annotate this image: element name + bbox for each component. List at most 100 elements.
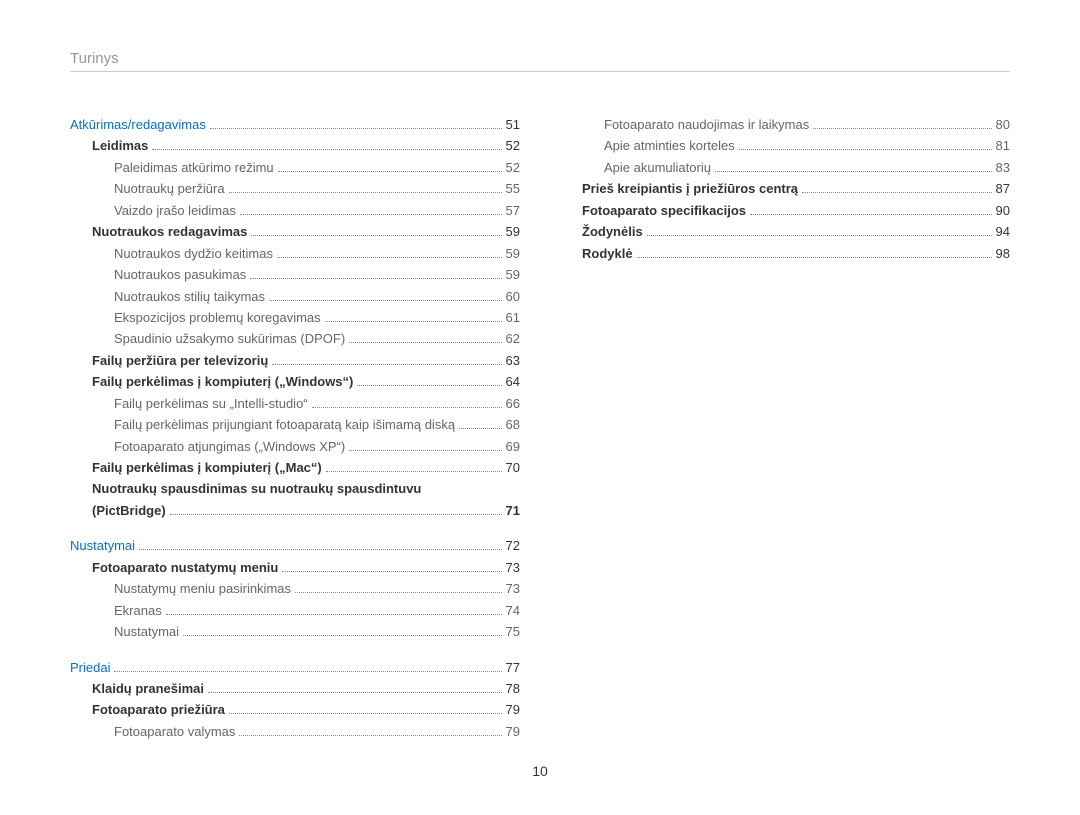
- toc-label: Failų perkėlimas į kompiuterį („Windows“…: [92, 371, 353, 392]
- toc-label: Atkūrimas/redagavimas: [70, 114, 206, 135]
- toc-page-number: 59: [506, 221, 520, 242]
- toc-entry[interactable]: Fotoaparato naudojimas ir laikymas 80: [560, 114, 1010, 135]
- toc-page-number: 57: [506, 200, 520, 221]
- toc-leader-dots: [240, 214, 502, 215]
- toc-label: Ekspozicijos problemų koregavimas: [114, 307, 321, 328]
- toc-label: Prieš kreipiantis į priežiūros centrą: [582, 178, 798, 199]
- toc-entry[interactable]: Failų perkėlimas su „Intelli-studio“66: [70, 393, 520, 414]
- toc-leader-dots: [152, 149, 501, 150]
- toc-right-column: Fotoaparato naudojimas ir laikymas80Apie…: [560, 114, 1010, 742]
- toc-entry[interactable]: Vaizdo įrašo leidimas 57: [70, 200, 520, 221]
- toc-leader-dots: [139, 549, 502, 550]
- toc-entry[interactable]: Atkūrimas/redagavimas 51: [70, 114, 520, 135]
- toc-page-number: 80: [996, 114, 1010, 135]
- toc-leader-dots: [210, 128, 502, 129]
- toc-spacer: [70, 521, 520, 535]
- toc-entry[interactable]: Nuotraukos stilių taikymas 60: [70, 286, 520, 307]
- page-title: Turinys: [70, 50, 1010, 67]
- toc-entry[interactable]: Apie akumuliatorių83: [560, 157, 1010, 178]
- toc-leader-dots: [295, 592, 502, 593]
- toc-leader-dots: [349, 450, 501, 451]
- toc-page-number: 98: [996, 243, 1010, 264]
- toc-page-number: 78: [506, 678, 520, 699]
- toc-label: Fotoaparato naudojimas ir laikymas: [604, 114, 809, 135]
- toc-leader-dots: [166, 614, 502, 615]
- toc-label: Vaizdo įrašo leidimas: [114, 200, 236, 221]
- toc-entry[interactable]: Nuotraukos pasukimas59: [70, 264, 520, 285]
- toc-entry[interactable]: Fotoaparato valymas 79: [70, 721, 520, 742]
- toc-entry[interactable]: Žodynėlis 94: [560, 221, 1010, 242]
- toc-entry[interactable]: Fotoaparato nustatymų meniu73: [70, 557, 520, 578]
- toc-leader-dots: [278, 171, 502, 172]
- toc-entry[interactable]: Ekspozicijos problemų koregavimas 61: [70, 307, 520, 328]
- toc-label: Failų perkėlimas su „Intelli-studio“: [114, 393, 308, 414]
- toc-columns: Atkūrimas/redagavimas 51Leidimas52Paleidi…: [70, 114, 1010, 742]
- toc-label: Paleidimas atkūrimo režimu: [114, 157, 274, 178]
- toc-label: Žodynėlis: [582, 221, 643, 242]
- toc-page-number: 71: [506, 500, 520, 521]
- toc-entry[interactable]: Nuotraukos dydžio keitimas59: [70, 243, 520, 264]
- toc-leader-dots: [251, 235, 501, 236]
- toc-leader-dots: [229, 713, 502, 714]
- toc-entry[interactable]: Leidimas52: [70, 135, 520, 156]
- toc-entry[interactable]: Rodyklė98: [560, 243, 1010, 264]
- toc-label: Nuotraukos stilių taikymas: [114, 286, 265, 307]
- toc-label: Klaidų pranešimai: [92, 678, 204, 699]
- toc-leader-dots: [813, 128, 991, 129]
- toc-page-number: 79: [506, 721, 520, 742]
- toc-page-number: 87: [996, 178, 1010, 199]
- toc-leader-dots: [229, 192, 502, 193]
- toc-leader-dots: [277, 257, 502, 258]
- toc-page-number: 75: [506, 621, 520, 642]
- toc-entry[interactable]: Nuotraukų peržiūra55: [70, 178, 520, 199]
- toc-label: Fotoaparato nustatymų meniu: [92, 557, 278, 578]
- toc-entry[interactable]: Spaudinio užsakymo sukūrimas (DPOF)62: [70, 328, 520, 349]
- toc-page-number: 51: [506, 114, 520, 135]
- toc-leader-dots: [250, 278, 501, 279]
- toc-entry[interactable]: Priedai77: [70, 657, 520, 678]
- toc-label: Nustatymai: [70, 535, 135, 556]
- toc-entry[interactable]: Apie atminties korteles81: [560, 135, 1010, 156]
- toc-label: Nustatymų meniu pasirinkimas: [114, 578, 291, 599]
- toc-page-number: 52: [506, 135, 520, 156]
- toc-entry[interactable]: Klaidų pranešimai 78: [70, 678, 520, 699]
- toc-label: Nuotraukos dydžio keitimas: [114, 243, 273, 264]
- toc-label: Fotoaparato valymas: [114, 721, 235, 742]
- toc-page-number: 60: [506, 286, 520, 307]
- toc-entry[interactable]: Nuotraukos redagavimas59: [70, 221, 520, 242]
- toc-entry[interactable]: Fotoaparato specifikacijos90: [560, 200, 1010, 221]
- toc-entry[interactable]: Nustatymai72: [70, 535, 520, 556]
- toc-label: Ekranas: [114, 600, 162, 621]
- toc-leader-dots: [239, 735, 501, 736]
- toc-entry[interactable]: Fotoaparato priežiūra79: [70, 699, 520, 720]
- toc-label: Priedai: [70, 657, 110, 678]
- toc-page-number: 55: [506, 178, 520, 199]
- toc-label: Failų perkėlimas į kompiuterį („Mac“): [92, 457, 322, 478]
- toc-entry[interactable]: Ekranas 74: [70, 600, 520, 621]
- toc-label: Fotoaparato atjungimas („Windows XP“): [114, 436, 345, 457]
- toc-leader-dots: [114, 671, 501, 672]
- toc-page-number: 69: [506, 436, 520, 457]
- toc-leader-dots: [272, 364, 501, 365]
- toc-page-number: 94: [996, 221, 1010, 242]
- toc-label: Failų peržiūra per televizorių: [92, 350, 268, 371]
- toc-leader-dots: [349, 342, 501, 343]
- toc-entry[interactable]: Failų perkėlimas į kompiuterį („Windows“…: [70, 371, 520, 392]
- toc-entry[interactable]: Paleidimas atkūrimo režimu52: [70, 157, 520, 178]
- toc-leader-dots: [183, 635, 502, 636]
- toc-label: Fotoaparato specifikacijos: [582, 200, 746, 221]
- toc-entry[interactable]: Nustatymai75: [70, 621, 520, 642]
- toc-entry[interactable]: Failų peržiūra per televizorių63: [70, 350, 520, 371]
- toc-page-number: 61: [506, 307, 520, 328]
- toc-entry[interactable]: Failų perkėlimas prijungiant fotoaparatą…: [70, 414, 520, 435]
- toc-leader-dots: [282, 571, 501, 572]
- toc-page-number: 74: [506, 600, 520, 621]
- toc-entry[interactable]: Failų perkėlimas į kompiuterį („Mac“)70: [70, 457, 520, 478]
- toc-entry[interactable]: Nustatymų meniu pasirinkimas 73: [70, 578, 520, 599]
- toc-entry[interactable]: Fotoaparato atjungimas („Windows XP“) 69: [70, 436, 520, 457]
- toc-page-number: 73: [506, 578, 520, 599]
- toc-label: Apie atminties korteles: [604, 135, 735, 156]
- toc-entry[interactable]: Nuotraukų spausdinimas su nuotraukų spau…: [70, 478, 520, 521]
- toc-leader-dots: [208, 692, 502, 693]
- toc-entry[interactable]: Prieš kreipiantis į priežiūros centrą 87: [560, 178, 1010, 199]
